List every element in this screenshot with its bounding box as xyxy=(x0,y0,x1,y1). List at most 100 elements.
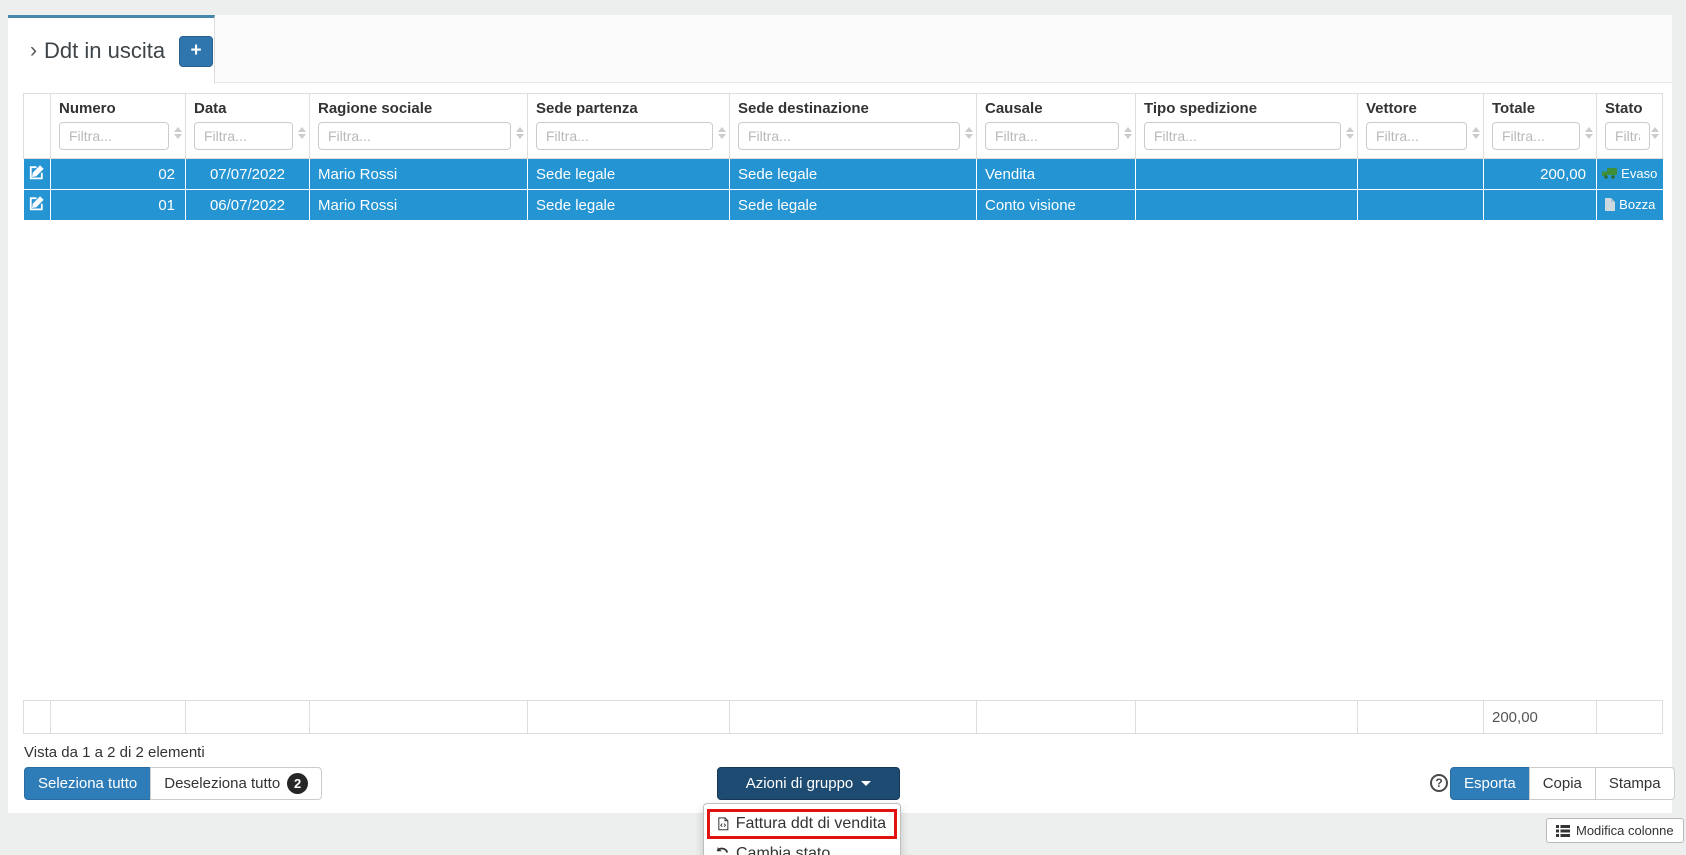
column-label: Numero xyxy=(51,94,185,117)
deselect-all-button[interactable]: Deseleziona tutto 2 xyxy=(150,767,322,800)
column-label: Vettore xyxy=(1358,94,1483,117)
column-label: Sede destinazione xyxy=(730,94,976,117)
column-header-sede-destinazione[interactable]: Sede destinazione xyxy=(730,94,977,159)
file-code-icon xyxy=(718,816,729,832)
sort-arrows-icon[interactable] xyxy=(965,127,973,139)
edit-row-icon[interactable] xyxy=(24,159,51,190)
edit-row-icon[interactable] xyxy=(24,190,51,221)
column-header-sede-partenza[interactable]: Sede partenza xyxy=(528,94,730,159)
sort-arrows-icon[interactable] xyxy=(516,127,524,139)
group-actions-label: Azioni di gruppo xyxy=(746,775,854,792)
column-header-vettore[interactable]: Vettore xyxy=(1358,94,1484,159)
column-label: Ragione sociale xyxy=(310,94,527,117)
sort-arrows-icon[interactable] xyxy=(718,127,726,139)
truck-icon xyxy=(1602,168,1617,179)
filter-input-tipo-spedizione[interactable] xyxy=(1144,122,1341,150)
cell-vettore xyxy=(1358,190,1484,221)
table-row[interactable]: 01 06/07/2022 Mario Rossi Sede legale Se… xyxy=(24,190,1663,221)
column-header-causale[interactable]: Causale xyxy=(977,94,1136,159)
cell-sede-destinazione: Sede legale xyxy=(730,159,977,190)
footer-total: 200,00 xyxy=(1484,701,1597,734)
menu-item-label: Cambia stato xyxy=(736,845,830,855)
column-label: Tipo spedizione xyxy=(1136,94,1357,117)
header-edit-column xyxy=(24,94,51,159)
table-list-icon xyxy=(1556,825,1570,837)
cell-stato: Evaso xyxy=(1597,159,1663,190)
help-icon[interactable]: ? xyxy=(1430,774,1448,792)
chevron-right-icon: › xyxy=(30,39,37,63)
table-footer-row: 200,00 xyxy=(23,700,1663,734)
filter-input-data[interactable] xyxy=(194,122,293,150)
cell-numero: 01 xyxy=(51,190,186,221)
sort-arrows-icon[interactable] xyxy=(1346,127,1354,139)
filter-input-ragione-sociale[interactable] xyxy=(318,122,511,150)
menu-item-fattura-ddt[interactable]: Fattura ddt di vendita xyxy=(707,809,897,839)
cell-data: 06/07/2022 xyxy=(186,190,310,221)
sort-arrows-icon[interactable] xyxy=(1651,127,1659,139)
filter-input-totale[interactable] xyxy=(1492,122,1580,150)
column-header-tipo-spedizione[interactable]: Tipo spedizione xyxy=(1136,94,1358,159)
cell-sede-partenza: Sede legale xyxy=(528,190,730,221)
sort-arrows-icon[interactable] xyxy=(174,127,182,139)
menu-item-cambia-stato[interactable]: Cambia stato xyxy=(704,841,900,855)
sort-arrows-icon[interactable] xyxy=(298,127,306,139)
column-header-totale[interactable]: Totale xyxy=(1484,94,1597,159)
cell-ragione-sociale: Mario Rossi xyxy=(310,159,528,190)
cell-sede-destinazione: Sede legale xyxy=(730,190,977,221)
deselect-all-label: Deseleziona tutto xyxy=(164,775,280,792)
cell-tipo-spedizione xyxy=(1136,190,1358,221)
export-button[interactable]: Esporta xyxy=(1450,767,1530,800)
column-label: Causale xyxy=(977,94,1135,117)
tab-strip: › Ddt in uscita + xyxy=(8,15,1672,83)
table-row[interactable]: 02 07/07/2022 Mario Rossi Sede legale Se… xyxy=(24,159,1663,190)
cell-totale xyxy=(1484,190,1597,221)
column-header-data[interactable]: Data xyxy=(186,94,310,159)
main-panel: › Ddt in uscita + Numero xyxy=(8,15,1672,813)
page-title: Ddt in uscita xyxy=(44,38,165,64)
cell-stato: Bozza xyxy=(1597,190,1663,221)
filter-input-vettore[interactable] xyxy=(1366,122,1467,150)
column-label: Stato xyxy=(1597,94,1662,117)
tab-ddt-in-uscita[interactable]: › Ddt in uscita + xyxy=(8,15,215,84)
footer-row: 200,00 xyxy=(24,701,1663,734)
copy-button[interactable]: Copia xyxy=(1529,767,1596,800)
caret-down-icon xyxy=(861,781,871,786)
sort-arrows-icon[interactable] xyxy=(1472,127,1480,139)
column-label: Data xyxy=(186,94,309,117)
refresh-icon xyxy=(715,847,729,855)
selection-button-group: Seleziona tutto Deseleziona tutto 2 xyxy=(24,767,322,800)
cell-ragione-sociale: Mario Rossi xyxy=(310,190,528,221)
column-header-numero[interactable]: Numero xyxy=(51,94,186,159)
edit-columns-button[interactable]: Modifica colonne xyxy=(1546,818,1684,843)
draft-icon xyxy=(1604,198,1615,211)
column-label: Sede partenza xyxy=(528,94,729,117)
cell-sede-partenza: Sede legale xyxy=(528,159,730,190)
cell-totale: 200,00 xyxy=(1484,159,1597,190)
cell-causale: Conto visione xyxy=(977,190,1136,221)
filter-input-stato[interactable] xyxy=(1605,122,1650,150)
cell-tipo-spedizione xyxy=(1136,159,1358,190)
results-summary: Vista da 1 a 2 di 2 elementi xyxy=(24,744,205,761)
menu-item-label: Fattura ddt di vendita xyxy=(736,815,886,833)
status-badge: Bozza xyxy=(1619,197,1655,212)
ddt-table: Numero Data Ragione sociale xyxy=(23,93,1663,221)
select-all-button[interactable]: Seleziona tutto xyxy=(24,767,151,800)
cell-causale: Vendita xyxy=(977,159,1136,190)
sort-arrows-icon[interactable] xyxy=(1124,127,1132,139)
filter-input-sede-partenza[interactable] xyxy=(536,122,713,150)
cell-data: 07/07/2022 xyxy=(186,159,310,190)
status-badge: Evaso xyxy=(1621,166,1657,181)
add-ddt-button[interactable]: + xyxy=(179,36,213,67)
page: › Ddt in uscita + Numero xyxy=(0,0,1686,855)
column-header-stato[interactable]: Stato xyxy=(1597,94,1663,159)
group-actions-button[interactable]: Azioni di gruppo xyxy=(717,767,900,800)
filter-input-sede-destinazione[interactable] xyxy=(738,122,960,150)
print-button[interactable]: Stampa xyxy=(1595,767,1675,800)
filter-input-numero[interactable] xyxy=(59,122,169,150)
column-header-ragione-sociale[interactable]: Ragione sociale xyxy=(310,94,528,159)
cell-vettore xyxy=(1358,159,1484,190)
header-row: Numero Data Ragione sociale xyxy=(24,94,1663,159)
selected-count-badge: 2 xyxy=(287,773,308,794)
filter-input-causale[interactable] xyxy=(985,122,1119,150)
sort-arrows-icon[interactable] xyxy=(1585,127,1593,139)
